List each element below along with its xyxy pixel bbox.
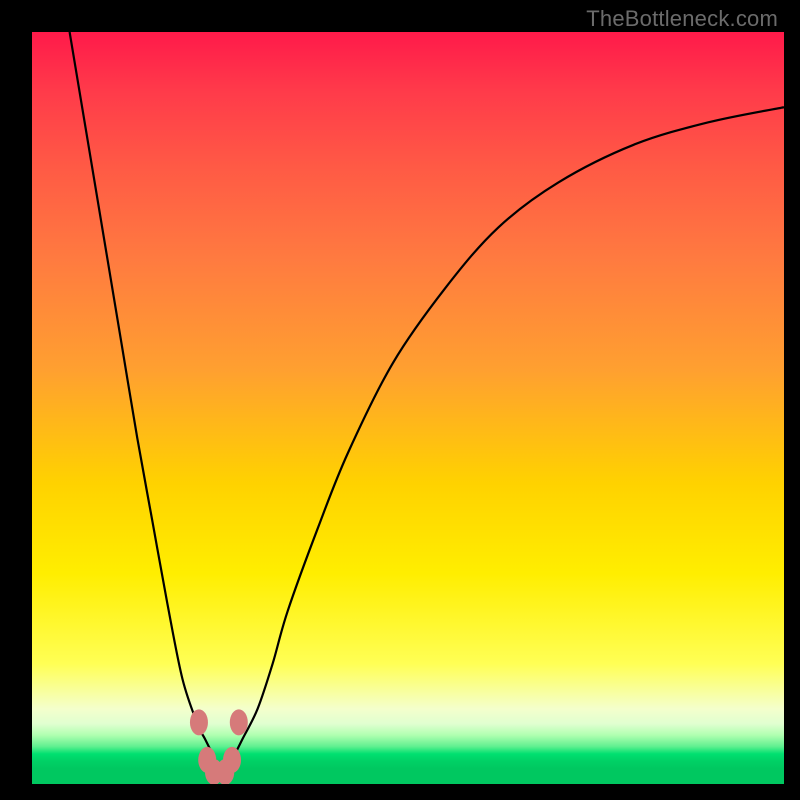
marker-dot [230, 709, 248, 735]
attribution-text: TheBottleneck.com [586, 6, 778, 32]
plot-area [32, 32, 784, 784]
marker-dot [216, 759, 234, 784]
bottleneck-curve [70, 32, 784, 771]
marker-dot [190, 709, 208, 735]
curve-canvas [32, 32, 784, 784]
